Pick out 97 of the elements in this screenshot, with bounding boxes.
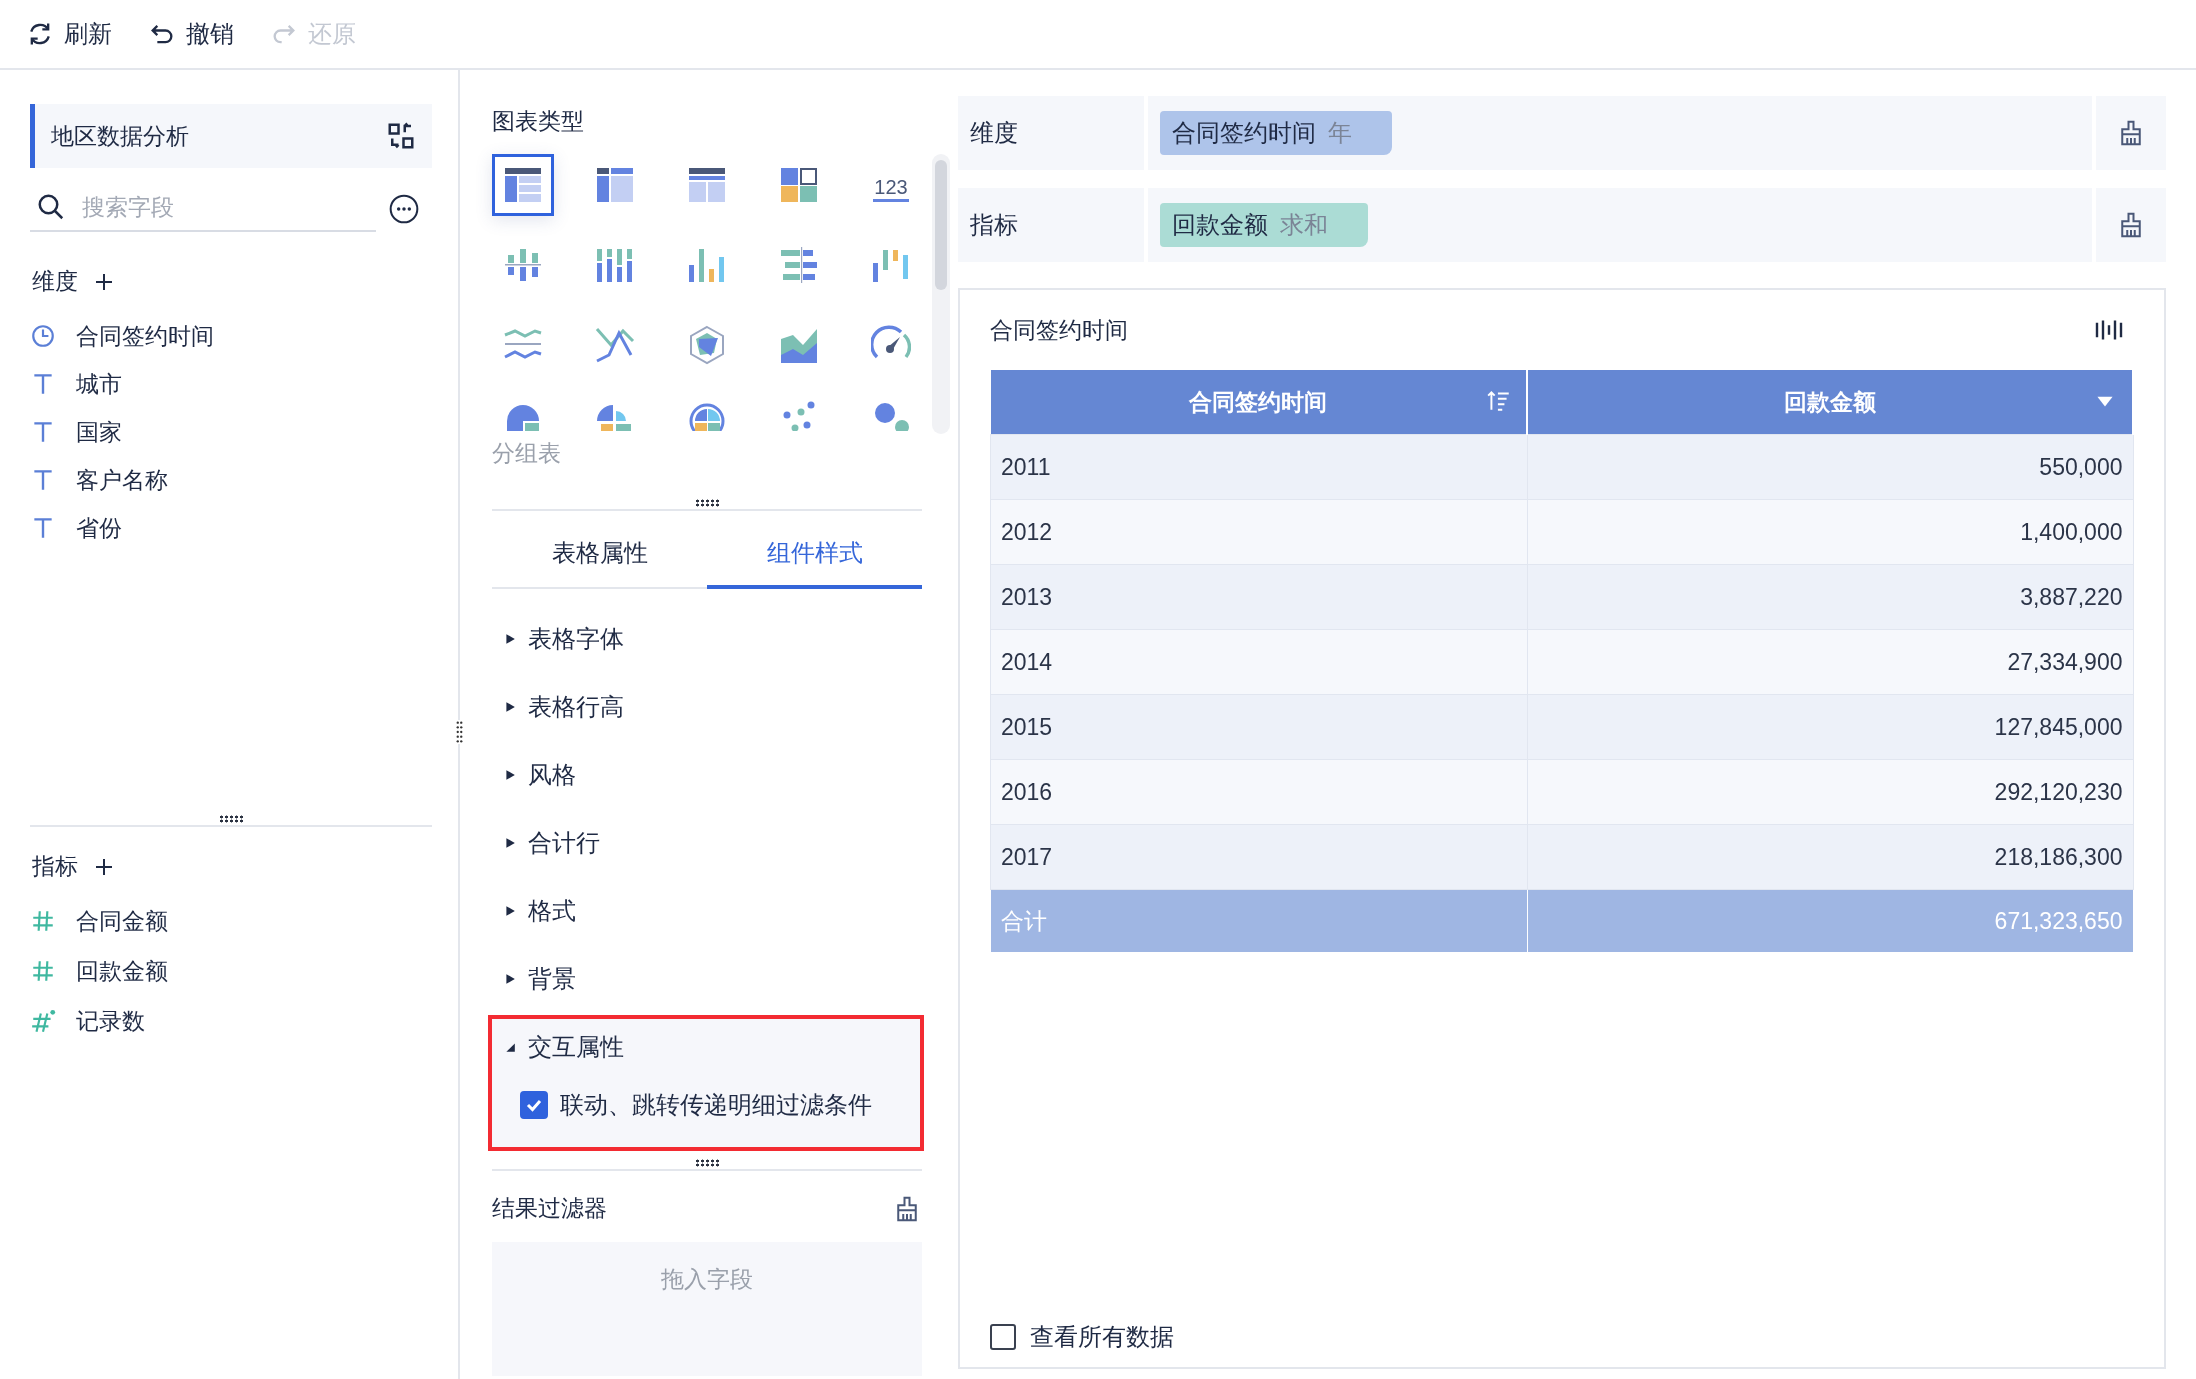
shelf-label: 维度 — [958, 96, 1144, 170]
table-cell: 2012 — [990, 499, 1528, 565]
section-header[interactable]: 表格字体 — [492, 611, 920, 667]
table-cell: 2011 — [990, 434, 1528, 500]
collapsed-triangle-icon — [504, 769, 516, 781]
chart-type-label: 分组表 — [492, 439, 562, 468]
field-name: 记录数 — [76, 1006, 145, 1036]
table-cell: 550,000 — [1527, 434, 2133, 500]
section-header[interactable]: 风格 — [492, 747, 920, 803]
checkbox[interactable] — [520, 1091, 548, 1119]
section-header[interactable]: 合计行 — [492, 815, 920, 871]
field-name: 省份 — [76, 513, 122, 543]
total-cell: 合计 — [990, 889, 1528, 953]
field-item[interactable]: 城市 — [30, 367, 458, 401]
resize-handle[interactable] — [694, 1159, 720, 1167]
column-header[interactable]: 回款金额 — [1527, 370, 2133, 435]
total-cell: 671,323,650 — [1527, 889, 2133, 953]
hash-icon — [30, 1008, 56, 1034]
section-title: 结果过滤器 — [492, 1194, 607, 1223]
resize-handle[interactable] — [218, 815, 244, 823]
detail-table-icon — [687, 165, 727, 205]
search-field[interactable]: 搜索字段 — [80, 192, 344, 222]
collapsed-triangle-icon — [504, 905, 516, 917]
section-title: 图表类型 — [492, 107, 585, 136]
section-header[interactable]: 表格行高 — [492, 679, 920, 735]
table-cell: 2017 — [990, 824, 1528, 890]
grid-icon — [779, 165, 819, 205]
section-header[interactable]: 交互属性 — [492, 1019, 920, 1075]
checkbox-label: 查看所有数据 — [1030, 1322, 1174, 1352]
radar-chart-icon — [687, 325, 727, 365]
shelf-label: 指标 — [958, 188, 1144, 262]
checkbox[interactable] — [990, 1324, 1016, 1350]
table-cell: 2014 — [990, 629, 1528, 695]
column-header[interactable]: 合同签约时间 — [990, 370, 1528, 435]
field-name: 城市 — [76, 369, 122, 399]
field-item[interactable]: 记录数 — [30, 1004, 458, 1038]
expanded-triangle-icon — [504, 1041, 516, 1053]
table-cell: 2013 — [990, 564, 1528, 630]
undo-button[interactable]: 撤销 — [148, 14, 234, 54]
collapsed-triangle-icon — [504, 973, 516, 985]
resize-handle[interactable] — [456, 720, 463, 744]
line-chart-icon — [595, 325, 635, 365]
table-cell: 1,400,000 — [1527, 499, 2133, 565]
collapsed-triangle-icon — [504, 633, 516, 645]
more-icon[interactable] — [388, 193, 420, 225]
bar-chart-icon — [779, 245, 819, 285]
collapsed-triangle-icon — [504, 701, 516, 713]
section-title: 指标 — [32, 852, 78, 881]
resize-handle[interactable] — [694, 499, 720, 507]
widget-title: 合同签约时间 — [990, 315, 1128, 345]
cross-table-icon — [595, 165, 635, 205]
table-cell: 292,120,230 — [1527, 759, 2133, 825]
field-item[interactable]: 回款金额 — [30, 954, 458, 988]
table-cell: 2016 — [990, 759, 1528, 825]
tab[interactable]: 表格属性 — [492, 521, 707, 589]
table-cell: 3,887,220 — [1527, 564, 2133, 630]
dataset-title: 地区数据分析 — [51, 121, 189, 151]
table-cell: 127,845,000 — [1527, 694, 2133, 760]
tab[interactable]: 组件样式 — [707, 521, 922, 589]
clear-button[interactable] — [2096, 188, 2166, 262]
field-item[interactable]: 客户名称 — [30, 463, 458, 497]
scrollbar[interactable] — [932, 154, 950, 434]
add-icon[interactable] — [94, 271, 114, 292]
clock-icon — [30, 323, 56, 349]
field-name: 合同金额 — [76, 906, 168, 936]
group-table-icon — [503, 165, 543, 205]
section-header[interactable]: 背景 — [492, 951, 920, 1007]
hash-icon — [30, 958, 56, 984]
add-icon[interactable] — [94, 856, 114, 877]
field-pill[interactable]: 回款金额 求和 — [1160, 203, 1368, 247]
refresh-button[interactable]: 刷新 — [26, 14, 112, 54]
field-name: 客户名称 — [76, 465, 168, 495]
table-cell: 27,334,900 — [1527, 629, 2133, 695]
field-item[interactable]: 合同金额 — [30, 904, 458, 938]
search-icon[interactable] — [36, 192, 66, 222]
checkbox-label: 联动、跳转传递明细过滤条件 — [560, 1090, 872, 1120]
chart-type-button[interactable] — [492, 154, 554, 216]
drop-hint: 拖入字段 — [661, 1265, 753, 1294]
hash-icon — [30, 908, 56, 934]
sunburst-icon — [687, 401, 727, 431]
table-cell: 218,186,300 — [1527, 824, 2133, 890]
field-name: 回款金额 — [76, 956, 168, 986]
field-item[interactable]: 合同签约时间 — [30, 319, 458, 353]
bars-icon[interactable] — [2094, 318, 2124, 342]
field-pill[interactable]: 合同签约时间 年 — [1160, 111, 1392, 155]
section-title: 维度 — [32, 267, 78, 296]
table-cell: 2015 — [990, 694, 1528, 760]
clear-button[interactable] — [2096, 96, 2166, 170]
dataset-title-bar[interactable]: 地区数据分析 — [30, 104, 432, 168]
collapsed-triangle-icon — [504, 837, 516, 849]
chart-type-button[interactable]: 123 — [860, 154, 922, 216]
field-name: 国家 — [76, 417, 122, 447]
field-name: 合同签约时间 — [76, 321, 214, 351]
field-item[interactable]: 国家 — [30, 415, 458, 449]
switch-icon[interactable] — [386, 121, 416, 151]
field-item[interactable]: 省份 — [30, 511, 458, 545]
section-header[interactable]: 格式 — [492, 883, 920, 939]
